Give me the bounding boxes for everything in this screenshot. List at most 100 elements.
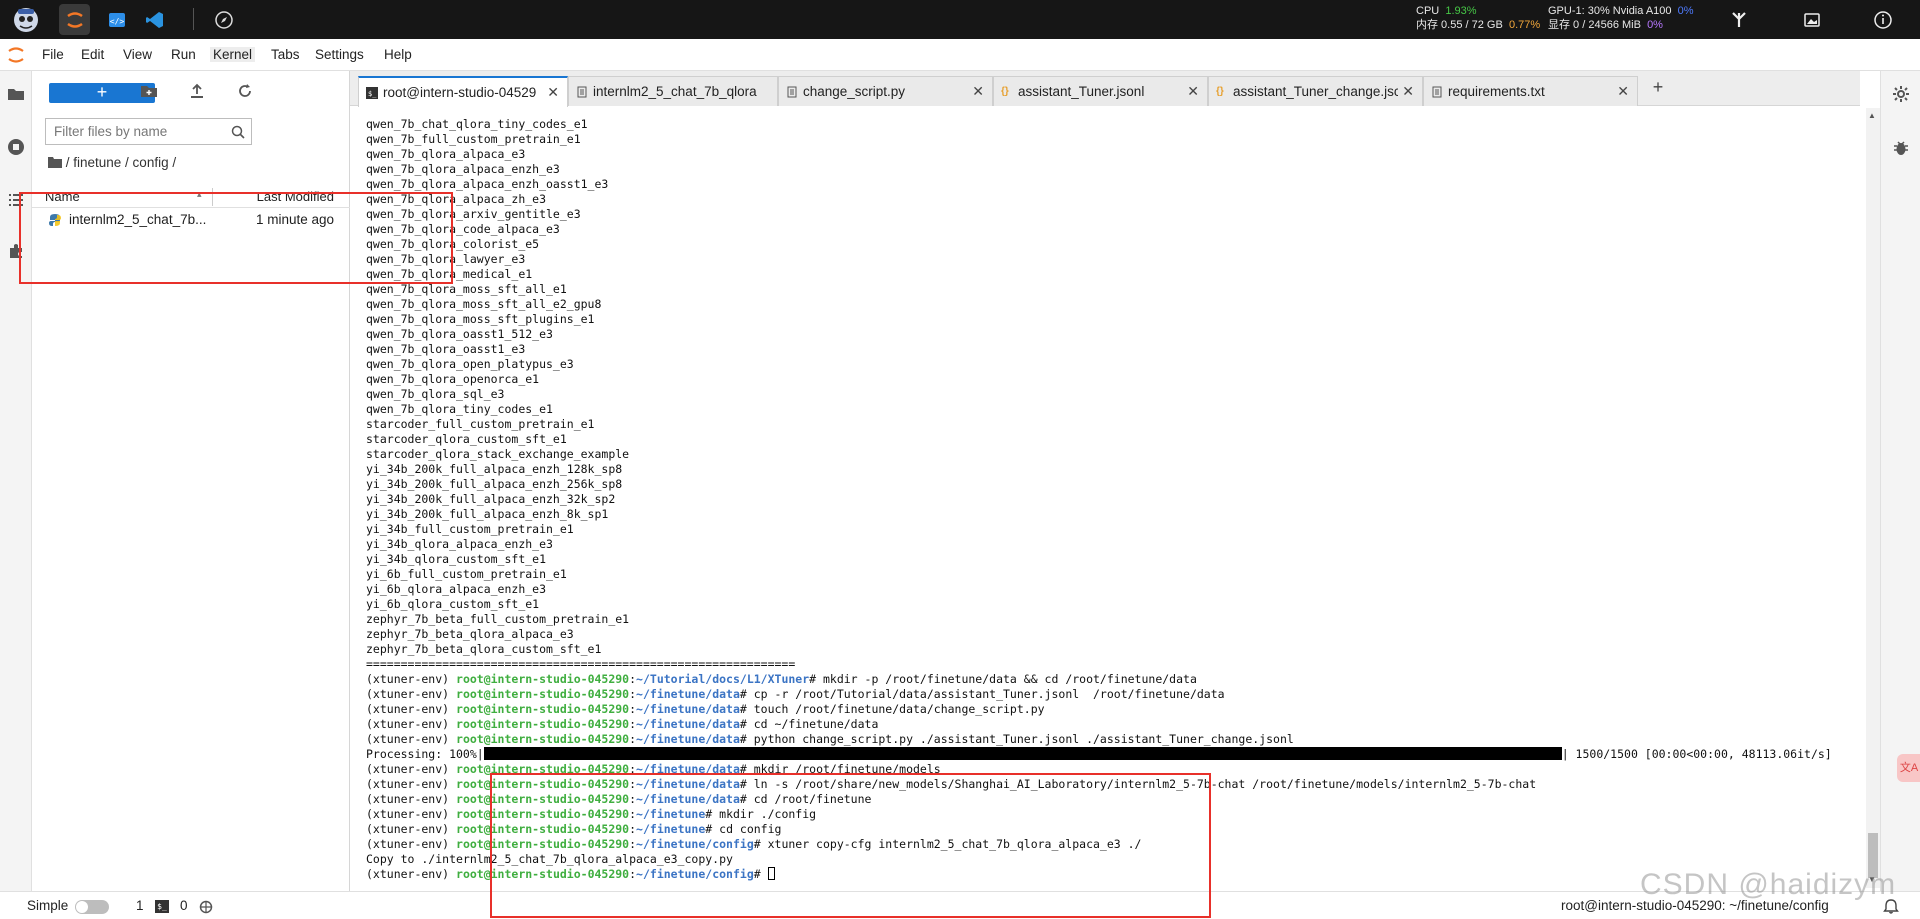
- config-list-line: zephyr_7b_beta_full_custom_pretrain_e1: [366, 612, 630, 626]
- prompt-path: ~/finetune/data: [636, 687, 740, 701]
- config-list-line: starcoder_full_custom_pretrain_e1: [366, 417, 595, 431]
- folder-icon[interactable]: [7, 85, 25, 103]
- annotation-box-file: [19, 192, 453, 284]
- prompt-colon: :: [629, 672, 637, 686]
- close-icon[interactable]: ✕: [972, 83, 984, 100]
- close-icon[interactable]: ✕: [547, 84, 559, 101]
- close-icon[interactable]: ✕: [1187, 83, 1199, 100]
- tab-config-file[interactable]: internlm2_5_chat_7b_qlora: [568, 76, 778, 106]
- command-text: # python change_script.py ./assistant_Tu…: [739, 732, 1294, 746]
- running-kernels-icon[interactable]: [7, 138, 25, 156]
- vscode-app-icon[interactable]: [139, 4, 170, 35]
- scroll-up-icon[interactable]: ▲: [1868, 111, 1876, 120]
- jupyter-logo-icon: [8, 47, 24, 63]
- gpu-label: GPU-1: 30% Nvidia A100: [1548, 5, 1672, 17]
- vram-label: 显存 0 / 24566 MiB: [1548, 19, 1641, 31]
- mascot-logo-icon[interactable]: [10, 4, 41, 35]
- file-icon: [786, 86, 798, 98]
- prompt-line: (xtuner-env) root@intern-studio-045290:~…: [366, 702, 1045, 717]
- tab-change-script[interactable]: change_script.py ✕: [778, 76, 993, 106]
- add-tab-icon[interactable]: +: [1647, 77, 1669, 99]
- prompt-path: ~/Tutorial/docs/L1/XTuner: [636, 672, 810, 686]
- tab-requirements[interactable]: requirements.txt ✕: [1423, 76, 1638, 106]
- config-list-line: yi_6b_qlora_custom_sft_e1: [366, 597, 540, 611]
- menu-file[interactable]: File: [42, 47, 64, 62]
- jupyter-app-icon[interactable]: [59, 4, 90, 35]
- debugger-icon[interactable]: [1892, 139, 1910, 157]
- compass-icon[interactable]: [208, 4, 239, 35]
- code-editor-app-icon[interactable]: </>: [101, 4, 132, 35]
- kernel-count: 0: [180, 898, 188, 913]
- terminal-count: 1: [136, 898, 144, 913]
- config-list-line: yi_6b_full_custom_pretrain_e1: [366, 567, 567, 581]
- progress-stats: | 1500/1500 [00:00<00:00, 48113.06it/s]: [1561, 747, 1832, 761]
- info-icon[interactable]: [1867, 4, 1898, 35]
- progress-bar: [483, 747, 1562, 760]
- prompt-colon: :: [629, 717, 637, 731]
- config-list-line: yi_34b_qlora_alpaca_enzh_e3: [366, 537, 553, 551]
- simple-mode-toggle[interactable]: [75, 900, 109, 914]
- tab-assistant-tuner-change[interactable]: {} assistant_Tuner_change.jsc ✕: [1208, 76, 1423, 106]
- prompt-path: ~/finetune/data: [636, 702, 740, 716]
- breadcrumb-path[interactable]: / finetune / config /: [66, 155, 176, 170]
- upload-icon[interactable]: [188, 82, 206, 100]
- menu-help[interactable]: Help: [384, 47, 412, 62]
- config-list-line: qwen_7b_qlora_sql_e3: [366, 387, 505, 401]
- prompt-colon: :: [629, 687, 637, 701]
- prompt-host: root@intern-studio-045290: [456, 732, 630, 746]
- config-list-line: starcoder_qlora_custom_sft_e1: [366, 432, 567, 446]
- tab-label: change_script.py: [803, 84, 906, 99]
- close-icon[interactable]: ✕: [1402, 83, 1414, 100]
- menu-view[interactable]: View: [123, 47, 152, 62]
- command-text: # mkdir -p /root/finetune/data && cd /ro…: [809, 672, 1197, 686]
- tab-label: assistant_Tuner.jsonl: [1018, 84, 1145, 99]
- breadcrumb: / finetune / config /: [48, 155, 176, 170]
- property-inspector-icon[interactable]: [1892, 85, 1910, 103]
- prompt-env: (xtuner-env): [366, 807, 457, 821]
- filter-files-input[interactable]: [46, 119, 216, 144]
- menu-kernel[interactable]: Kernel: [210, 47, 256, 62]
- prompt-line: (xtuner-env) root@intern-studio-045290:~…: [366, 717, 878, 732]
- close-icon[interactable]: ✕: [1617, 83, 1629, 100]
- right-sidebar: 文A: [1880, 71, 1920, 891]
- menu-edit[interactable]: Edit: [81, 47, 104, 62]
- prompt-host: root@intern-studio-045290: [456, 702, 630, 716]
- config-list-line: qwen_7b_qlora_alpaca_e3: [366, 147, 526, 161]
- prompt-env: (xtuner-env): [366, 792, 457, 806]
- config-list-line: qwen_7b_chat_qlora_tiny_codes_e1: [366, 117, 588, 131]
- tab-label: assistant_Tuner_change.jsc: [1233, 84, 1398, 99]
- prompt-env: (xtuner-env): [366, 777, 457, 791]
- file-icon: [576, 86, 588, 98]
- translate-widget-icon[interactable]: 文A: [1897, 754, 1920, 782]
- terminal-status-icon[interactable]: $_: [155, 900, 169, 913]
- terminal-icon: $_: [366, 87, 378, 99]
- menu-run[interactable]: Run: [171, 47, 196, 62]
- cpu-stats: CPU 1.93% 内存 0.55 / 72 GB 0.77%: [1416, 4, 1540, 32]
- new-folder-icon[interactable]: [140, 82, 158, 100]
- terminal-scrollbar[interactable]: ▲ ▼: [1866, 108, 1880, 888]
- prompt-env: (xtuner-env): [366, 672, 457, 686]
- mem-label: 内存 0.55 / 72 GB: [1416, 19, 1503, 31]
- tab-label: root@intern-studio-04529: [383, 85, 537, 100]
- folder-small-icon[interactable]: [48, 156, 62, 168]
- fork-icon[interactable]: [1723, 4, 1754, 35]
- svg-text:</>: </>: [109, 17, 124, 26]
- image-icon[interactable]: [1796, 4, 1827, 35]
- json-icon: {}: [1216, 86, 1224, 97]
- refresh-icon[interactable]: [236, 82, 254, 100]
- vram-value: 0%: [1647, 19, 1663, 31]
- progress-label: Processing: 100%|: [366, 747, 484, 761]
- kernel-status-icon[interactable]: [199, 900, 213, 914]
- terminal-output[interactable]: qwen_7b_chat_qlora_tiny_codes_e1 qwen_7b_…: [358, 109, 1868, 889]
- prompt-env: (xtuner-env): [366, 822, 457, 836]
- tab-terminal[interactable]: $_ root@intern-studio-04529 ✕: [358, 76, 568, 107]
- config-list-line: qwen_7b_qlora_tiny_codes_e1: [366, 402, 553, 416]
- tab-label: internlm2_5_chat_7b_qlora: [593, 84, 757, 99]
- prompt-host: root@intern-studio-045290: [456, 717, 630, 731]
- menu-settings[interactable]: Settings: [315, 47, 364, 62]
- toggle-knob: [76, 901, 88, 913]
- config-list-line: qwen_7b_qlora_oasst1_e3: [366, 342, 526, 356]
- tab-assistant-tuner[interactable]: {} assistant_Tuner.jsonl ✕: [993, 76, 1208, 106]
- menu-tabs[interactable]: Tabs: [271, 47, 300, 62]
- filter-box: [45, 118, 252, 145]
